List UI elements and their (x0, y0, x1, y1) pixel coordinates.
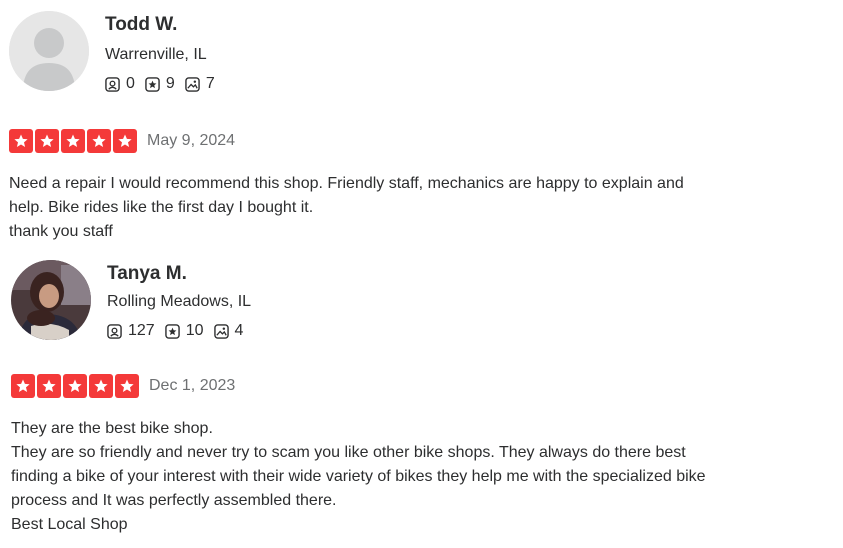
friends-count: 127 (107, 323, 155, 339)
photos-count: 7 (185, 76, 215, 92)
default-avatar-icon (9, 11, 89, 91)
review-date: May 9, 2024 (147, 132, 236, 149)
star-icon (89, 374, 113, 398)
friends-value: 0 (126, 75, 135, 92)
friends-value: 127 (128, 322, 155, 339)
friends-icon (105, 76, 120, 92)
user-location: Rolling Meadows, IL (107, 293, 252, 310)
star-badge-icon (145, 76, 160, 92)
review-date: Dec 1, 2023 (149, 377, 236, 394)
star-badge-icon (164, 323, 180, 339)
star-icon (87, 129, 111, 153)
star-icon (113, 129, 137, 153)
photos-value: 4 (234, 322, 244, 339)
star-icon (115, 374, 139, 398)
avatar[interactable] (11, 260, 91, 340)
photo-icon (213, 323, 229, 339)
star-icon (11, 374, 35, 398)
reviews-count: 9 (145, 76, 175, 92)
reviews-count: 10 (164, 322, 204, 339)
avatar[interactable] (9, 11, 89, 91)
photos-count: 4 (213, 322, 244, 339)
photo-icon (185, 76, 200, 92)
user-passport: Todd W. Warrenville, IL 0 9 7 (0, 0, 400, 92)
review-text: They are the best bike shop. They are so… (11, 420, 706, 533)
star-icon (61, 129, 85, 153)
star-icon (63, 374, 87, 398)
user-name[interactable]: Todd W. (105, 14, 177, 36)
star-icon (37, 374, 61, 398)
reviews-value: 9 (165, 75, 175, 92)
star-rating: May 9, 2024 (9, 129, 235, 153)
reviews-value: 10 (185, 322, 204, 339)
review-text: Need a repair I would recommend this sho… (9, 175, 684, 240)
photos-value: 7 (205, 75, 215, 92)
friends-count: 0 (105, 76, 135, 92)
user-name[interactable]: Tanya M. (107, 263, 187, 285)
user-location: Warrenville, IL (105, 46, 207, 63)
friends-icon (107, 323, 122, 339)
star-rating: Dec 1, 2023 (11, 374, 235, 398)
star-icon (9, 129, 33, 153)
user-passport: Tanya M. Rolling Meadows, IL 127 10 4 (0, 250, 400, 340)
user-photo-avatar (11, 260, 91, 340)
star-icon (35, 129, 59, 153)
user-stats: 0 9 7 (105, 76, 225, 92)
user-stats: 127 10 4 (107, 323, 253, 339)
